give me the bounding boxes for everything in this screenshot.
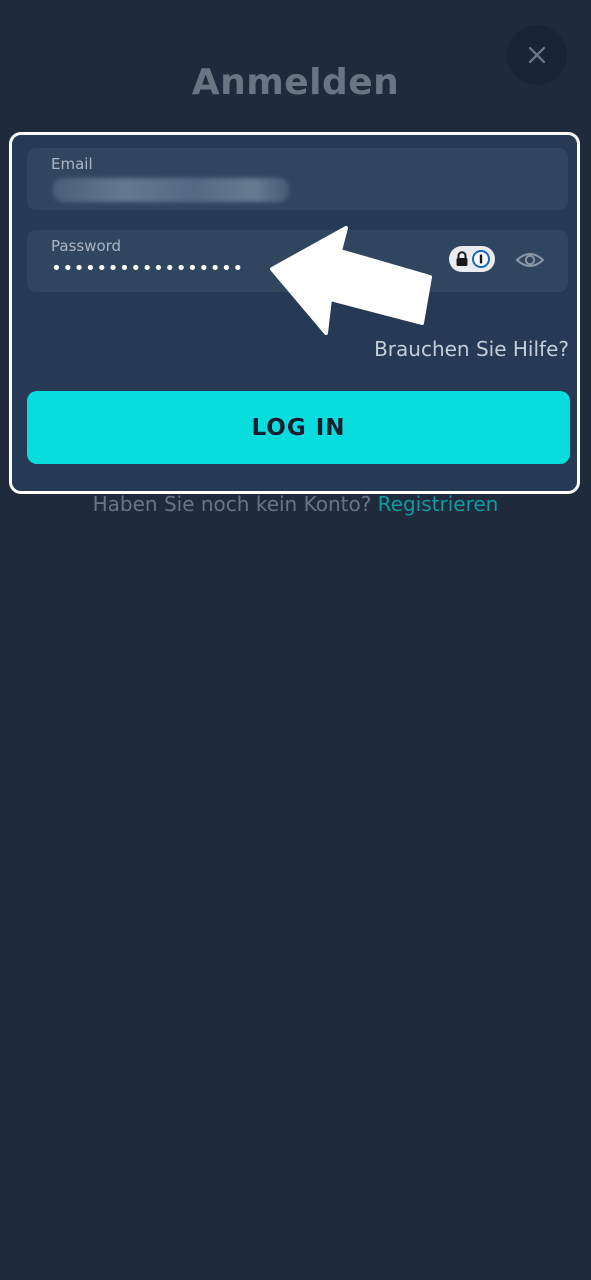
annotation-arrow-icon bbox=[270, 226, 432, 335]
eye-icon[interactable] bbox=[515, 247, 545, 273]
help-link[interactable]: Brauchen Sie Hilfe? bbox=[374, 337, 569, 361]
password-input[interactable]: ••••••••••••••••• bbox=[51, 258, 271, 279]
email-label: Email bbox=[51, 155, 93, 173]
register-link[interactable]: Registrieren bbox=[378, 492, 499, 516]
password-label: Password bbox=[51, 237, 122, 255]
lock-icon bbox=[456, 251, 467, 266]
email-field[interactable]: Email bbox=[27, 148, 568, 210]
password-manager-icon bbox=[471, 250, 490, 268]
login-button[interactable]: LOG IN bbox=[27, 391, 570, 464]
page-title: Anmelden bbox=[191, 62, 400, 103]
register-prompt-text: Haben Sie noch kein Konto? bbox=[92, 492, 372, 516]
password-manager-button[interactable] bbox=[449, 246, 495, 272]
register-prompt: Haben Sie noch kein Konto? Registrieren bbox=[0, 492, 591, 516]
email-value-obscured bbox=[53, 178, 289, 202]
